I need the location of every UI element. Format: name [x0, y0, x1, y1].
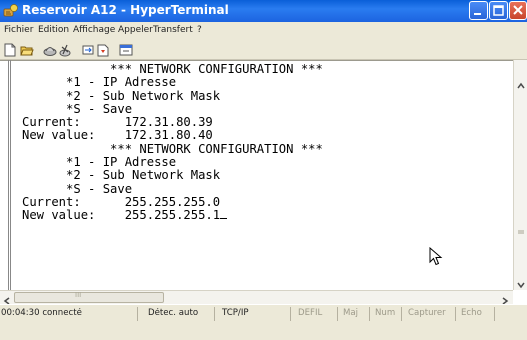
vertical-scrollbar[interactable]	[513, 60, 527, 290]
menu-edition[interactable]: Edition	[38, 25, 69, 35]
scroll-thumb-grip: III	[75, 291, 82, 299]
status-divider	[369, 307, 370, 321]
window-title: Reservoir A12 - HyperTerminal	[22, 3, 229, 17]
status-bar: 00:04:30 connecté Détec. auto TCP/IP DÉF…	[0, 304, 527, 340]
status-divider	[214, 307, 215, 321]
receive-icon[interactable]	[96, 42, 110, 57]
terminal-line-with-cursor: New value: 255.255.255.1	[22, 209, 512, 222]
terminal-line: *** NETWORK CONFIGURATION ***	[22, 62, 323, 76]
terminal-line: Current: 172.31.80.39	[22, 115, 213, 130]
terminal-output[interactable]: *** NETWORK CONFIGURATION *** *1 - IP Ad…	[22, 62, 512, 223]
terminal-line: New value: 172.31.80.40	[22, 128, 213, 143]
horizontal-scrollbar[interactable]: III	[0, 290, 513, 305]
status-scroll: DÉFIL	[298, 308, 323, 318]
open-icon[interactable]	[20, 42, 34, 56]
new-icon[interactable]	[3, 42, 17, 57]
terminal-line: *2 - Sub Network Mask	[22, 88, 221, 103]
scroll-right-arrow-icon[interactable]	[499, 292, 511, 305]
scroll-left-arrow-icon[interactable]	[1, 292, 13, 305]
maximize-button[interactable]	[489, 1, 508, 20]
terminal-line: *2 - Sub Network Mask	[22, 168, 221, 183]
status-divider	[455, 307, 456, 321]
status-connection-time: 00:04:30 connecté	[1, 308, 82, 318]
menu-bar: Fichier Edition Affichage Appeler Transf…	[0, 22, 527, 39]
status-detect: Détec. auto	[148, 308, 199, 318]
horizontal-scroll-thumb[interactable]: III	[14, 291, 164, 303]
hyperterminal-app-icon[interactable]	[3, 3, 19, 19]
status-caps: Maj	[343, 308, 359, 318]
send-icon[interactable]	[81, 42, 95, 56]
close-icon	[513, 5, 523, 15]
title-bar[interactable]: Reservoir A12 - HyperTerminal	[0, 0, 527, 22]
scroll-up-arrow-icon[interactable]	[515, 77, 527, 89]
close-button[interactable]	[509, 1, 527, 20]
status-divider	[137, 307, 138, 321]
scroll-down-arrow-icon[interactable]	[515, 276, 527, 289]
menu-help[interactable]: ?	[197, 25, 202, 35]
mouse-pointer-icon	[429, 246, 443, 267]
status-protocol: TCP/IP	[222, 308, 249, 318]
terminal-line: *S - Save	[22, 181, 133, 196]
terminal-line: Current: 255.255.255.0	[22, 194, 221, 209]
properties-icon[interactable]	[119, 42, 133, 56]
text-cursor	[220, 218, 228, 220]
menu-appeler[interactable]: Appeler	[118, 25, 153, 35]
scroll-grip-icon[interactable]	[515, 223, 527, 235]
menu-fichier[interactable]: Fichier	[4, 25, 33, 35]
status-divider	[290, 307, 291, 321]
menu-affichage[interactable]: Affichage	[73, 25, 115, 35]
terminal-line: *1 - IP Adresse	[22, 75, 177, 90]
status-capture: Capturer	[408, 308, 446, 318]
status-divider	[494, 307, 495, 321]
connect-icon[interactable]	[43, 42, 57, 56]
maximize-icon	[493, 5, 504, 16]
minimize-icon	[474, 13, 481, 15]
menu-transfert[interactable]: Transfert	[153, 25, 193, 35]
status-divider	[337, 307, 338, 321]
terminal-line: *S - Save	[22, 101, 133, 116]
toolbar	[0, 39, 527, 60]
minimize-button[interactable]	[469, 1, 488, 20]
status-num: Num	[375, 308, 396, 318]
terminal-left-rule	[8, 60, 11, 290]
terminal-line: *** NETWORK CONFIGURATION ***	[22, 141, 323, 156]
status-echo: Écho	[461, 308, 482, 318]
terminal-line: New value: 255.255.255.1	[22, 208, 221, 223]
terminal-line: *1 - IP Adresse	[22, 155, 177, 170]
disconnect-icon[interactable]	[58, 42, 72, 57]
status-divider	[401, 307, 402, 321]
